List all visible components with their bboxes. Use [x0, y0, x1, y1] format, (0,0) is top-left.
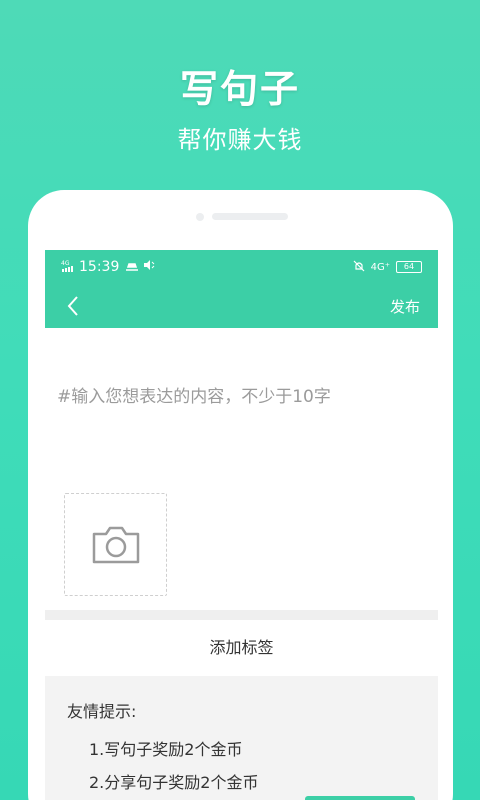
- network-label: 4G⁺: [370, 261, 390, 273]
- notification-icon: [125, 259, 139, 275]
- svg-text:4G: 4G: [61, 260, 70, 267]
- chevron-left-icon: [67, 296, 78, 316]
- action-button-partial[interactable]: [305, 796, 415, 800]
- phone-front-camera: [196, 213, 204, 221]
- mute-icon: [353, 260, 365, 275]
- content-editor[interactable]: #输入您想表达的内容，不少于10字: [45, 328, 438, 610]
- back-button[interactable]: [59, 292, 87, 320]
- content-placeholder: #输入您想表达的内容，不少于10字: [57, 387, 331, 407]
- status-right: 4G⁺ 64: [353, 260, 422, 275]
- status-time: 15:39: [79, 259, 120, 275]
- tip-item: 2.分享句子奖励2个金币: [89, 773, 259, 792]
- tips-title: 友情提示:: [67, 702, 137, 721]
- add-photo-button[interactable]: [64, 493, 167, 596]
- tips-panel: 友情提示: 1.写句子奖励2个金币 2.分享句子奖励2个金币: [45, 676, 438, 800]
- nav-bar: 发布: [45, 284, 438, 328]
- phone-speaker: [212, 213, 288, 220]
- tip-item: 1.写句子奖励2个金币: [89, 740, 243, 759]
- signal-icon: 4G: [61, 260, 75, 274]
- section-divider: [45, 610, 438, 620]
- speaker-icon: [143, 259, 155, 275]
- status-bar: 4G 15:39 4G⁺ 64: [45, 250, 438, 284]
- app-screen: 4G 15:39 4G⁺ 64 发布 #输入您想表达的内容，不少于10字 添加标…: [45, 250, 438, 800]
- promo-title: 写句子: [179, 66, 300, 111]
- promo-subtitle: 帮你赚大钱: [177, 126, 303, 154]
- add-tag-button[interactable]: 添加标签: [45, 620, 438, 676]
- camera-icon: [92, 526, 139, 563]
- battery-indicator: 64: [396, 261, 422, 273]
- publish-button[interactable]: 发布: [390, 296, 420, 317]
